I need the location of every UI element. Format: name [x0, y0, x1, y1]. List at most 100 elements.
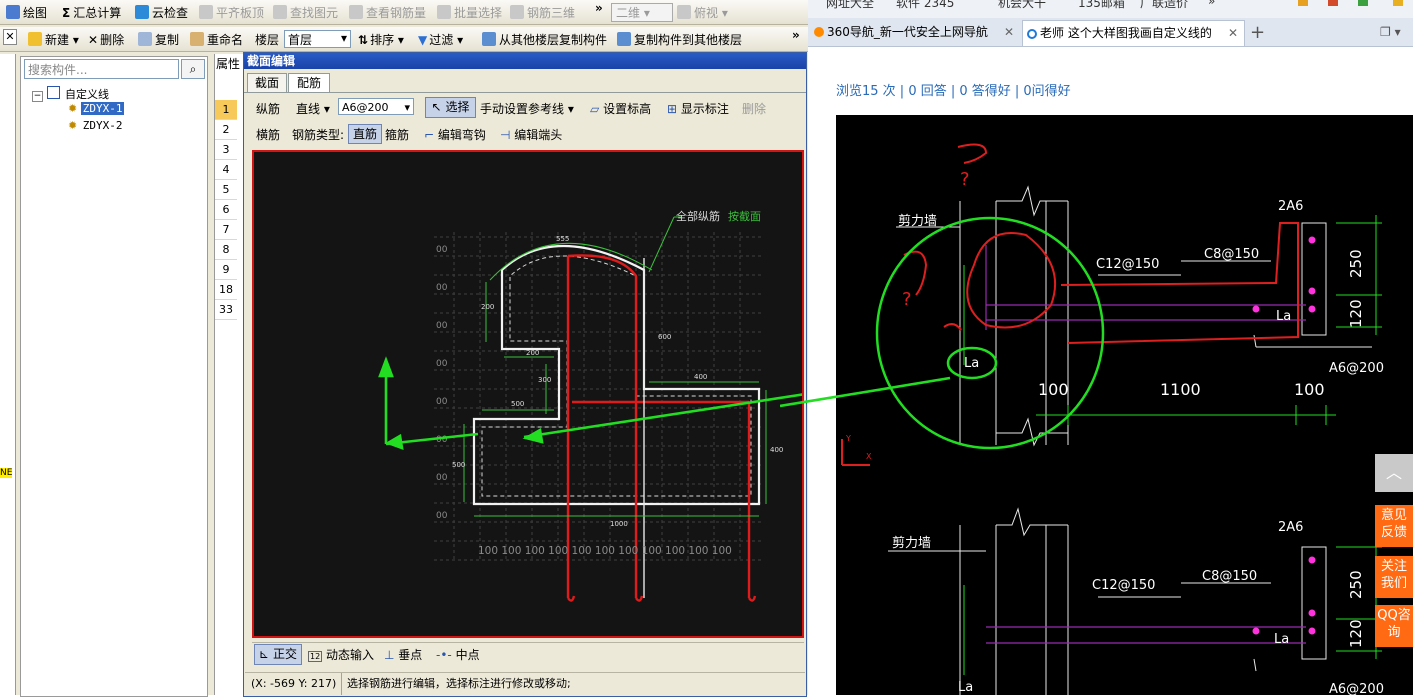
dim-label: 400 — [770, 446, 783, 454]
dynamic-input-toggle[interactable]: 12 动态输入 — [308, 646, 374, 663]
draw-button[interactable]: 绘图 — [6, 4, 47, 21]
edit-hook-button[interactable]: ⌐ 编辑弯钩 — [424, 126, 486, 143]
back-to-top-icon[interactable]: ︿ — [1375, 454, 1413, 492]
qq-consult-button[interactable]: QQ咨询 — [1375, 605, 1413, 647]
bookmark-link[interactable]: 网址大全 — [826, 0, 874, 11]
follow-us-button[interactable]: 关注我们 — [1375, 556, 1413, 598]
toolbar-more[interactable]: » — [595, 1, 603, 15]
stirrup-button[interactable]: 箍筋 — [385, 126, 409, 143]
floor-label: 楼层 — [255, 33, 280, 47]
line-mode-select[interactable]: 直线 ▾ — [296, 100, 330, 117]
tree-root[interactable]: − 自定义线 — [32, 86, 109, 102]
summary-button[interactable]: Σ 汇总计算 — [62, 4, 121, 21]
search-input[interactable]: 搜索构件... — [24, 59, 179, 79]
close-panel-icon[interactable]: ✕ — [3, 29, 17, 45]
row-number: 1 — [215, 100, 237, 120]
toolbar-icon[interactable] — [1358, 0, 1368, 6]
bookmark-link[interactable]: 机会大干 — [998, 0, 1046, 11]
row-number: 18 — [215, 280, 237, 300]
midpoint-snap[interactable]: -•- 中点 — [436, 646, 480, 663]
collapse-icon[interactable]: − — [32, 91, 43, 102]
show-dim-button[interactable]: ⊞ 显示标注 — [667, 100, 729, 117]
bottom-grid-dims: 100 100 100 100 100 100 100 100 100 100 … — [478, 545, 732, 557]
tree-item[interactable]: ✹ ZDYX-1 — [68, 102, 125, 115]
top-bars-label: 2A6 — [1278, 199, 1303, 214]
tab-menu-icon[interactable]: ❐ ▾ — [1380, 20, 1410, 45]
rebar-3d-button[interactable]: 钢筋三维 — [510, 4, 575, 21]
main-toolbar: 绘图 Σ 汇总计算 云检查 平齐板顶 查找图元 查看钢筋量 批量选择 钢筋三维 »… — [0, 0, 808, 25]
edit-end-button[interactable]: ⊣ 编辑端头 — [500, 126, 562, 143]
section-drawing[interactable]: 555 200 200 600 300 400 500 400 500 1000… — [254, 152, 802, 636]
bookmark-more[interactable]: » — [1208, 0, 1215, 8]
svg-text:00: 00 — [436, 397, 448, 407]
copy-from-floor-button[interactable]: 从其他楼层复制构件 — [482, 31, 607, 48]
straight-rebar-button[interactable]: 直筋 — [348, 124, 382, 144]
c8-label: C8@150 — [1202, 569, 1257, 584]
tab-favicon-icon — [1027, 29, 1037, 39]
copy-button[interactable]: 复制 — [138, 31, 179, 48]
section-canvas[interactable]: 555 200 200 600 300 400 500 400 500 1000… — [252, 150, 804, 638]
ortho-toggle[interactable]: ⊾ 正交 — [254, 644, 302, 665]
set-elevation-button[interactable]: ⏥ 设置标高 — [590, 100, 651, 117]
cloud-check-icon — [135, 5, 149, 19]
flat-slab-button[interactable]: 平齐板顶 — [199, 4, 264, 21]
close-tab-icon[interactable]: ✕ — [1004, 20, 1014, 45]
tree-item[interactable]: ✹ ZDYX-2 — [68, 119, 124, 132]
find-element-button[interactable]: 查找图元 — [273, 4, 338, 21]
toolbar2-more[interactable]: » — [792, 28, 800, 42]
component-icon: ✹ — [68, 119, 78, 132]
drawing-labels: 剪力墙 C12@150 C8@150 2A6 La La 100 1100 10… — [898, 199, 1384, 399]
toolbar-icon[interactable] — [1393, 0, 1403, 6]
manual-ref-button[interactable]: 手动设置参考线 ▾ — [480, 100, 574, 117]
component-toolbar: ✕ 新建 ▾ ✕ 删除 复制 重命名 楼层 首层 ▾ ⇅ 排序 ▾ ▼ 过滤 ▾ 从其他… — [0, 27, 808, 52]
perpendicular-snap[interactable]: ⊥ 垂点 — [384, 646, 422, 663]
a6-label: A6@200 — [1329, 361, 1384, 376]
view-dir-button[interactable]: 俯视 ▾ — [677, 4, 728, 21]
cloud-check-button[interactable]: 云检查 — [135, 4, 188, 21]
by-section-link[interactable]: 按截面 — [728, 209, 761, 223]
rename-button[interactable]: 重命名 — [190, 31, 243, 48]
bookmark-link[interactable]: 广联造价 — [1140, 0, 1188, 11]
new-tab-icon[interactable]: + — [1250, 20, 1270, 45]
status-divider — [341, 673, 342, 695]
delete-rebar-button[interactable]: 删除 — [742, 100, 766, 117]
end-icon: ⊣ — [500, 128, 511, 142]
bookmark-link[interactable]: 135邮箱 — [1078, 0, 1125, 11]
view-rebar-button[interactable]: 查看钢筋量 — [349, 4, 426, 21]
batch-select-button[interactable]: 批量选择 — [437, 4, 502, 21]
feedback-button[interactable]: 意见反馈 — [1375, 505, 1413, 547]
browser-tab[interactable]: 360导航_新一代安全上网导航 ✕ — [810, 20, 1020, 45]
view-mode-select[interactable]: 二维 ▾ — [611, 3, 673, 22]
browser-tab-active[interactable]: 老师 这个大样图我画自定义线的 ✕ — [1022, 20, 1245, 46]
close-tab-icon[interactable]: ✕ — [1228, 21, 1238, 46]
search-icon[interactable]: ⌕ — [181, 59, 205, 79]
dimension-icon: ⊞ — [667, 102, 678, 116]
rebar-spec-input[interactable]: A6@200 ▾ — [338, 98, 414, 115]
floor-select[interactable]: 首层 ▾ — [284, 30, 351, 48]
dim-label: 500 — [452, 461, 465, 469]
a6-label: A6@200 — [1329, 682, 1384, 695]
flat-slab-icon — [199, 5, 213, 19]
toolbar-icon[interactable] — [1328, 0, 1338, 6]
all-longitudinal-label: 全部纵筋 — [676, 209, 720, 223]
copy-to-floor-button[interactable]: 复制构件到其他楼层 — [617, 31, 742, 48]
left-strip — [0, 54, 16, 695]
dim-1100: 1100 — [1160, 380, 1201, 399]
tab-rebar[interactable]: 配筋 — [288, 73, 330, 93]
sort-button[interactable]: ⇅ 排序 ▾ — [358, 31, 404, 48]
select-button[interactable]: ↖ 选择 — [425, 97, 476, 118]
dim-250: 250 — [1347, 570, 1365, 599]
row-number: 9 — [215, 260, 237, 280]
dim-label: 200 — [526, 349, 539, 357]
tab-section[interactable]: 截面 — [247, 73, 287, 93]
binoculars-icon — [273, 5, 287, 19]
delete-button[interactable]: ✕ 删除 — [88, 31, 124, 48]
dim-label: 400 — [694, 373, 707, 381]
new-button[interactable]: 新建 ▾ — [28, 31, 79, 48]
filter-button[interactable]: ▼ 过滤 ▾ — [418, 31, 463, 48]
toolbar-icon[interactable] — [1298, 0, 1308, 6]
tab-favicon-icon — [814, 27, 824, 37]
chevron-down-icon: ▾ — [340, 31, 347, 45]
bookmark-link[interactable]: 软件 2345 — [896, 0, 954, 11]
properties-label: 属性 — [216, 57, 241, 71]
